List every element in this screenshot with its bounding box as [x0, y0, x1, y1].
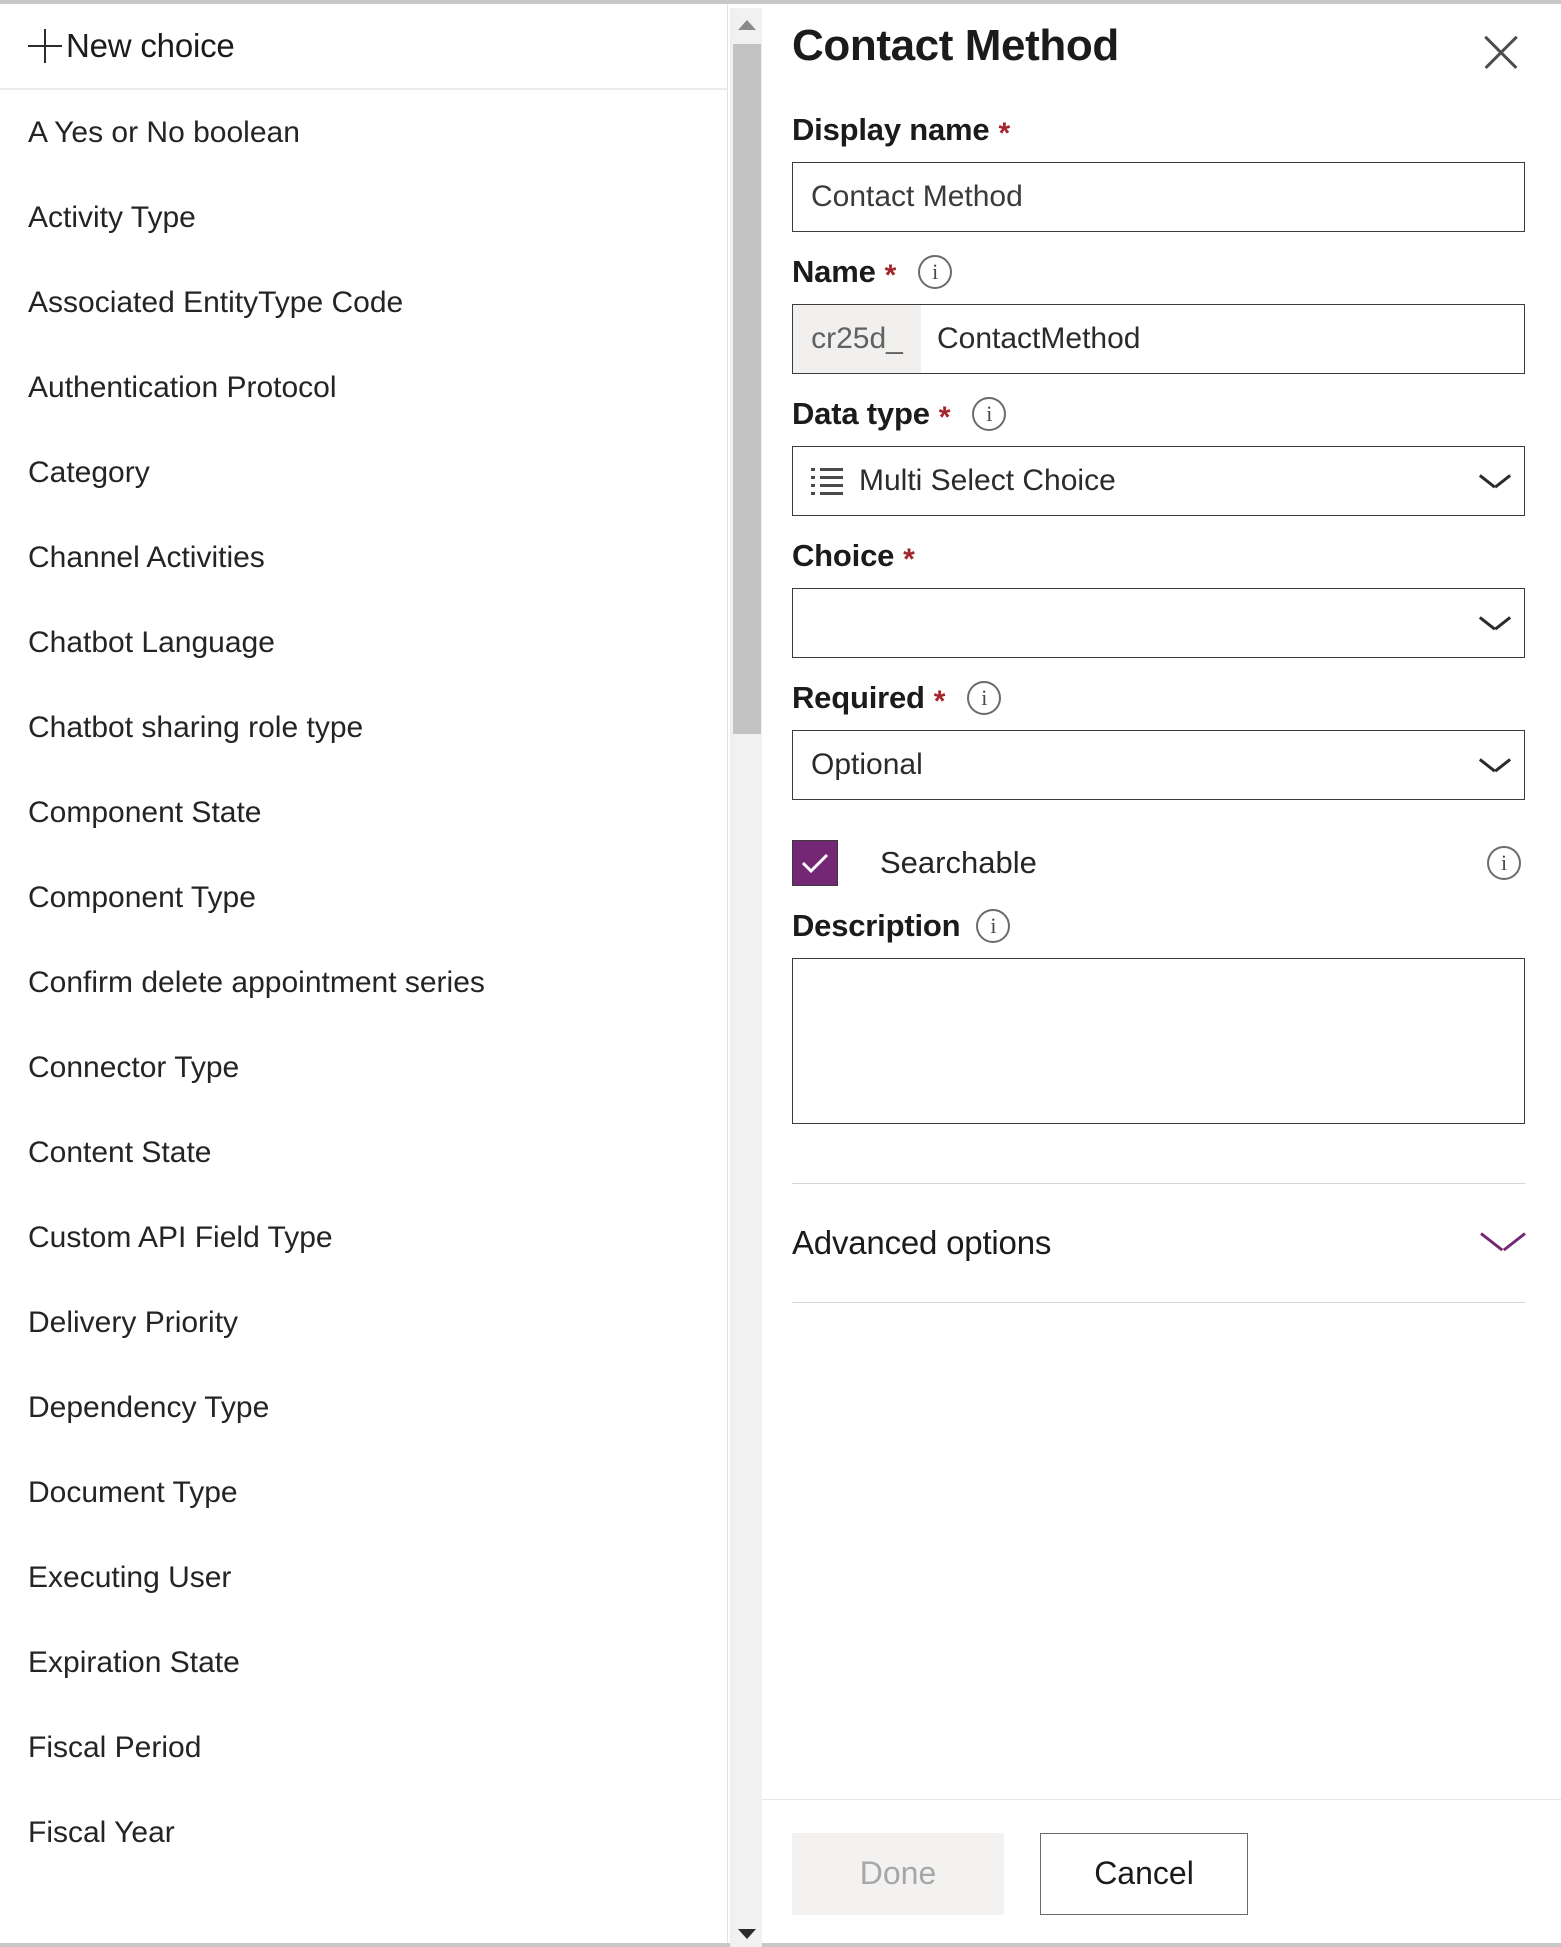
- choice-label-text: Choice: [792, 538, 894, 574]
- list-item[interactable]: Confirm delete appointment series: [0, 940, 728, 1025]
- list-item[interactable]: Content State: [0, 1110, 728, 1195]
- name-input-group: cr25d_: [792, 304, 1525, 374]
- window-bottom-edge: [0, 1943, 1561, 1947]
- chevron-down-icon: [1480, 614, 1510, 632]
- chevron-down-icon: [1480, 756, 1510, 774]
- required-value: Optional: [811, 748, 1480, 782]
- name-field: Name * i cr25d_: [792, 254, 1525, 374]
- list-item[interactable]: Activity Type: [0, 175, 728, 260]
- list-item[interactable]: Executing User: [0, 1535, 728, 1620]
- done-button[interactable]: Done: [792, 1833, 1004, 1915]
- list-item[interactable]: Fiscal Year: [0, 1790, 728, 1875]
- plus-icon: [28, 29, 62, 63]
- list-item[interactable]: Dependency Type: [0, 1365, 728, 1450]
- list-item[interactable]: Expiration State: [0, 1620, 728, 1705]
- list-item[interactable]: Connector Type: [0, 1025, 728, 1110]
- close-icon[interactable]: [1473, 24, 1529, 80]
- multi-select-choice-icon: [811, 467, 843, 495]
- display-name-label: Display name *: [792, 112, 1525, 148]
- panel-body: Display name * Name * i cr25d_: [760, 90, 1561, 1799]
- required-dropdown[interactable]: Optional: [792, 730, 1525, 800]
- choice-dropdown[interactable]: [792, 588, 1525, 658]
- required-asterisk: *: [998, 119, 1009, 149]
- list-item[interactable]: Chatbot Language: [0, 600, 728, 685]
- list-item[interactable]: Channel Activities: [0, 515, 728, 600]
- required-label: Required * i: [792, 680, 1525, 716]
- new-choice-button[interactable]: New choice: [0, 4, 727, 90]
- required-label-text: Required: [792, 680, 925, 716]
- cancel-button[interactable]: Cancel: [1040, 1833, 1248, 1915]
- page-title: Contact Method: [792, 18, 1119, 74]
- searchable-row: Searchable i: [792, 840, 1525, 886]
- data-type-value: Multi Select Choice: [859, 464, 1116, 498]
- name-label: Name * i: [792, 254, 1525, 290]
- required-asterisk: *: [934, 687, 945, 717]
- name-prefix: cr25d_: [793, 305, 921, 373]
- required-asterisk: *: [885, 261, 896, 291]
- list-item[interactable]: Custom API Field Type: [0, 1195, 728, 1280]
- list-item[interactable]: Chatbot sharing role type: [0, 685, 728, 770]
- description-label: Description i: [792, 908, 1525, 944]
- required-asterisk: *: [903, 545, 914, 575]
- description-textarea[interactable]: [792, 958, 1525, 1124]
- searchable-label: Searchable: [880, 845, 1465, 881]
- list-item[interactable]: Fiscal Period: [0, 1705, 728, 1790]
- list-item[interactable]: Category: [0, 430, 728, 515]
- info-icon[interactable]: i: [976, 909, 1010, 943]
- description-field: Description i: [792, 908, 1525, 1129]
- choice-list-panel: New choice A Yes or No booleanActivity T…: [0, 4, 728, 1947]
- searchable-checkbox[interactable]: [792, 840, 838, 886]
- list-item[interactable]: Component State: [0, 770, 728, 855]
- list-item[interactable]: Document Type: [0, 1450, 728, 1535]
- data-type-value-wrap: Multi Select Choice: [811, 464, 1480, 498]
- name-input[interactable]: [921, 305, 1524, 373]
- info-icon[interactable]: i: [972, 397, 1006, 431]
- panel-header: Contact Method: [760, 4, 1561, 90]
- data-type-field: Data type * i Multi Select Choice: [792, 396, 1525, 516]
- scrollbar-thumb[interactable]: [733, 44, 761, 734]
- chevron-down-icon: [1481, 1230, 1525, 1256]
- data-type-label: Data type * i: [792, 396, 1525, 432]
- panel-footer: Done Cancel: [760, 1799, 1561, 1947]
- list-item[interactable]: Delivery Priority: [0, 1280, 728, 1365]
- column-properties-panel: Contact Method Display name * Name * i: [760, 4, 1561, 1947]
- new-choice-label: New choice: [66, 27, 235, 65]
- divider: [792, 1302, 1525, 1303]
- data-type-dropdown[interactable]: Multi Select Choice: [792, 446, 1525, 516]
- data-type-label-text: Data type: [792, 396, 930, 432]
- advanced-options-toggle[interactable]: Advanced options: [792, 1184, 1525, 1302]
- name-label-text: Name: [792, 254, 876, 290]
- description-label-text: Description: [792, 908, 960, 944]
- required-field: Required * i Optional: [792, 680, 1525, 800]
- scroll-down-arrow-icon[interactable]: [731, 1917, 763, 1947]
- chevron-down-icon: [1480, 472, 1510, 490]
- list-item[interactable]: A Yes or No boolean: [0, 90, 728, 175]
- required-asterisk: *: [939, 403, 950, 433]
- list-item[interactable]: Component Type: [0, 855, 728, 940]
- display-name-input[interactable]: [792, 162, 1525, 232]
- advanced-options-label: Advanced options: [792, 1224, 1051, 1262]
- info-icon[interactable]: i: [918, 255, 952, 289]
- display-name-field: Display name *: [792, 112, 1525, 232]
- scroll-up-arrow-icon[interactable]: [731, 8, 763, 42]
- spacer: [792, 1139, 1525, 1183]
- choice-list: A Yes or No booleanActivity TypeAssociat…: [0, 90, 728, 1875]
- list-item[interactable]: Authentication Protocol: [0, 345, 728, 430]
- choice-label: Choice *: [792, 538, 1525, 574]
- checkmark-icon: [800, 851, 830, 875]
- info-icon[interactable]: i: [967, 681, 1001, 715]
- choice-field: Choice *: [792, 538, 1525, 658]
- info-icon[interactable]: i: [1487, 846, 1521, 880]
- display-name-label-text: Display name: [792, 112, 989, 148]
- list-item[interactable]: Associated EntityType Code: [0, 260, 728, 345]
- choice-list-scrollbar[interactable]: [730, 8, 762, 1947]
- choice-editor-screen: New choice A Yes or No booleanActivity T…: [0, 0, 1561, 1947]
